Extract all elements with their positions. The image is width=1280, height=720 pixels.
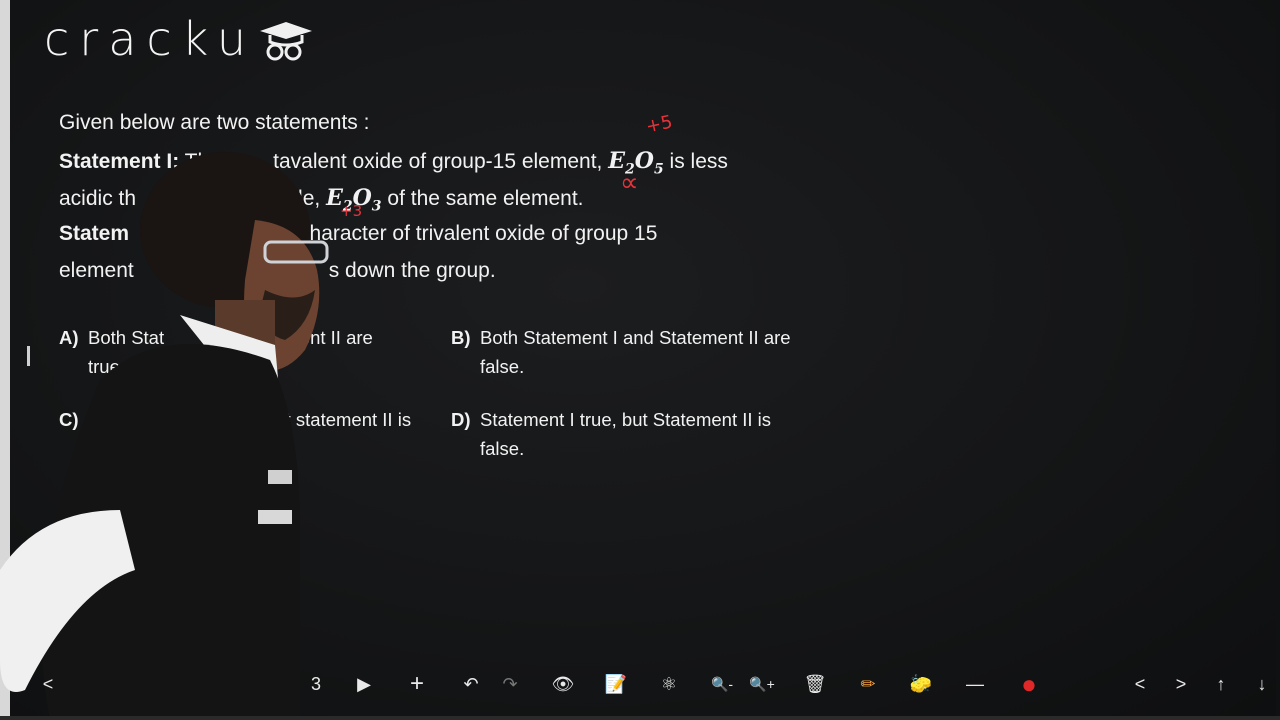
pencil-icon[interactable]: ✏ <box>850 664 886 704</box>
trash-icon[interactable]: 🗑 <box>797 664 833 704</box>
prev-page-button[interactable]: < <box>30 664 66 704</box>
nav-down-button[interactable]: ↓ <box>1244 664 1280 704</box>
option-d-label: D) <box>451 409 471 430</box>
line-tool-icon[interactable]: — <box>957 664 993 704</box>
statement-1-line2-c: of the same element. <box>387 187 584 210</box>
nav-up-button[interactable]: ↑ <box>1203 664 1239 704</box>
cracku-logo: cracku <box>44 12 314 66</box>
option-b-text: Both Statement I and Statement II are fal… <box>480 327 791 377</box>
presenter-person <box>0 152 329 720</box>
screen-bezel-bottom <box>0 716 1280 720</box>
logo-text: cracku <box>44 12 257 66</box>
statement-2-line2-b: s down the group. <box>328 259 496 282</box>
eraser-icon[interactable]: 🧽 <box>903 664 939 704</box>
annotation-plus3: +3 <box>340 202 363 220</box>
option-d-text: Statement I true, but Statement II is fal… <box>480 409 772 459</box>
annotation-proportional: ∝ <box>620 168 639 198</box>
option-b-label: B) <box>451 327 471 348</box>
notes-icon[interactable]: 📝 <box>598 664 634 704</box>
record-button[interactable]: ● <box>1011 664 1047 704</box>
undo-button[interactable]: ↶ <box>453 664 489 704</box>
atom-icon[interactable]: ⚛ <box>651 664 687 704</box>
statement-2-text-a: character of trivalent oxide of group 15 <box>299 222 658 245</box>
zoom-in-button[interactable]: 🔍+ <box>744 664 780 704</box>
nav-left-button[interactable]: < <box>1122 664 1158 704</box>
play-button[interactable]: ▶ <box>346 664 382 704</box>
eye-icon[interactable]: 👁 <box>545 664 581 704</box>
nav-right-button[interactable]: > <box>1163 664 1199 704</box>
statement-1-text-c: is less <box>669 150 728 173</box>
redo-button[interactable]: ↷ <box>492 664 528 704</box>
zoom-out-button[interactable]: 🔍- <box>704 664 740 704</box>
bottom-toolbar: < 3 ▶ + ↶ ↷ 👁 📝 ⚛ 🔍- 🔍+ 🗑 ✏ 🧽 — ● < > ↑ … <box>0 664 1280 708</box>
question-intro: Given below are two statements : <box>59 111 370 134</box>
add-button[interactable]: + <box>399 664 435 704</box>
graduation-cap-glasses-icon <box>260 22 313 61</box>
page-number: 3 <box>310 673 321 694</box>
